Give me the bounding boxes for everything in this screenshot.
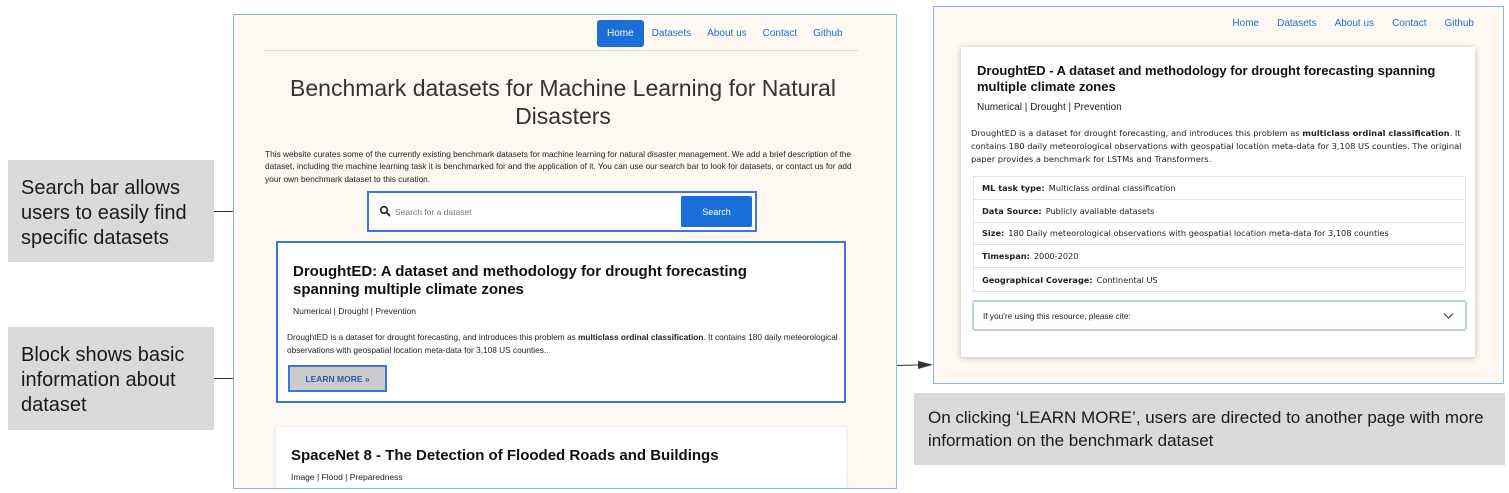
info-row-timespan: Timespan: 2000-2020	[974, 245, 1465, 269]
nav-datasets[interactable]: Datasets	[1268, 13, 1325, 33]
dataset-detail-card: DroughtED - A dataset and methodology fo…	[961, 47, 1475, 357]
card-title[interactable]: SpaceNet 8 - The Detection of Flooded Ro…	[291, 447, 791, 465]
search-bar: Search	[367, 191, 757, 232]
home-page-screenshot: Home Datasets About us Contact Github Be…	[233, 14, 897, 489]
info-row-geographical-coverage: Geographical Coverage: Continental US	[982, 274, 1158, 285]
nav-github[interactable]: Github	[805, 20, 850, 47]
card-tags: Numerical | Drought | Prevention	[293, 306, 416, 316]
nav-home[interactable]: Home	[1223, 13, 1268, 33]
home-nav: Home Datasets About us Contact Github	[597, 20, 851, 47]
callout-block: Block shows basic information about data…	[8, 327, 214, 430]
card-title[interactable]: DroughtED: A dataset and methodology for…	[293, 263, 793, 299]
nav-datasets[interactable]: Datasets	[644, 20, 699, 47]
card-tags: Image | Flood | Preparedness	[291, 472, 403, 482]
detail-description: DroughtED is a dataset for drought forec…	[971, 128, 1462, 164]
nav-divider	[264, 50, 858, 51]
nav-contact[interactable]: Contact	[755, 20, 805, 47]
info-row-ml-task: ML task type: Multiclass ordinal classifi…	[974, 177, 1465, 200]
detail-nav: Home Datasets About us Contact Github	[1223, 13, 1483, 33]
card-description: DroughtED is a dataset for drought forec…	[287, 332, 838, 356]
intro-text: This website curates some of the current…	[265, 149, 852, 184]
nav-home[interactable]: Home	[597, 20, 644, 47]
nav-contact[interactable]: Contact	[1383, 13, 1435, 33]
dataset-card-spacenet8: SpaceNet 8 - The Detection of Flooded Ro…	[276, 427, 846, 488]
search-icon	[379, 205, 391, 217]
nav-about-us[interactable]: About us	[699, 20, 754, 47]
nav-about-us[interactable]: About us	[1326, 13, 1383, 33]
page-title: Benchmark datasets for Machine Learning …	[290, 75, 836, 129]
callout-search: Search bar allows users to easily find s…	[8, 160, 214, 262]
detail-page-screenshot: Home Datasets About us Contact Github Dr…	[933, 6, 1504, 384]
search-button[interactable]: Search	[681, 196, 752, 227]
callout-learn-more: On clicking ‘LEARN MORE’, users are dire…	[914, 393, 1505, 465]
detail-tags: Numerical | Drought | Prevention	[977, 102, 1122, 113]
detail-info-table: ML task type: Multiclass ordinal classifi…	[973, 176, 1466, 292]
learn-more-button[interactable]: LEARN MORE »	[288, 365, 387, 392]
dataset-card-droughted: DroughtED: A dataset and methodology for…	[276, 241, 846, 403]
search-input[interactable]	[395, 199, 675, 224]
chevron-down-icon[interactable]	[1443, 310, 1454, 321]
detail-title: DroughtED - A dataset and methodology fo…	[977, 63, 1436, 95]
nav-github[interactable]: Github	[1436, 13, 1483, 33]
info-row-size: Size: 180 Daily meteorological observatio…	[974, 223, 1465, 246]
info-row-data-source: Data Source: Publicly available datasets	[974, 200, 1465, 223]
cite-accordion[interactable]: If you're using this resource, please ci…	[972, 300, 1467, 331]
cite-label: If you're using this resource, please ci…	[983, 310, 1131, 321]
